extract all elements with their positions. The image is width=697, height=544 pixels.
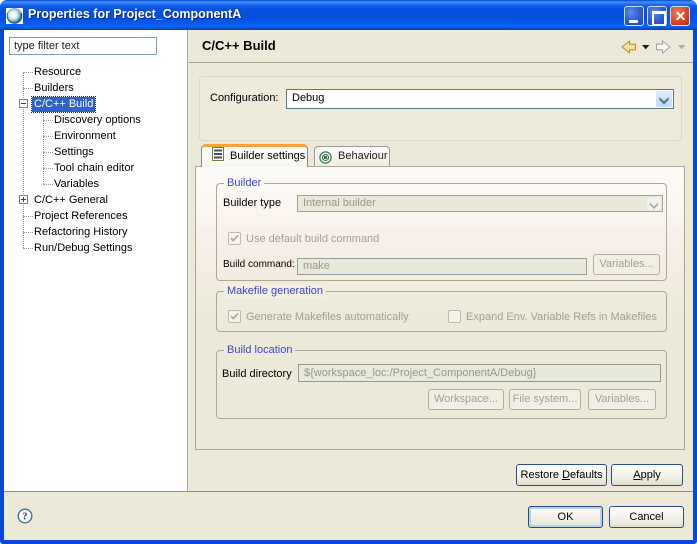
svg-text:?: ?: [22, 512, 27, 523]
